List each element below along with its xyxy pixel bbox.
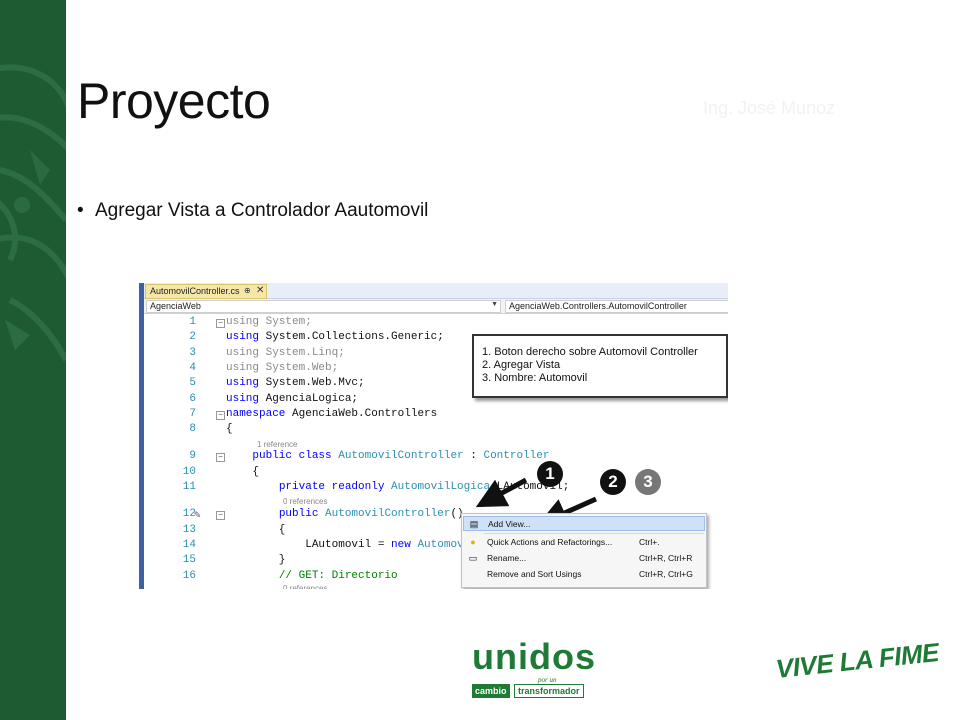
menu-item-rename[interactable]: ▭ Rename... Ctrl+R, Ctrl+R: [463, 551, 705, 566]
menu-shortcut: Ctrl+R, Ctrl+G: [639, 569, 693, 579]
menu-item-quick-actions[interactable]: ● Quick Actions and Refactorings... Ctrl…: [463, 535, 705, 550]
menu-label: Add View...: [488, 519, 531, 529]
unidos-porun: por un: [538, 676, 557, 684]
author-label: Ing. José Munoz: [703, 98, 836, 118]
step-3-badge: 3: [635, 469, 661, 495]
menu-label: Rename...: [487, 553, 527, 563]
menu-item-add-view[interactable]: ▤ Add View...: [463, 516, 705, 531]
menu-shortcut: Ctrl+.: [639, 537, 660, 547]
unidos-logo: unidos por un cambio transformador: [470, 636, 595, 702]
context-menu: ▤ Add View... ● Quick Actions and Refact…: [461, 513, 707, 588]
tiger-watermark-icon: [0, 64, 66, 362]
slide-title: Proyecto: [77, 73, 271, 129]
unidos-transformador: transformador: [514, 684, 584, 698]
arrow-1-icon: [475, 477, 528, 508]
left-decorative-band: [0, 0, 66, 720]
unidos-wordmark: unidos: [472, 636, 596, 677]
unidos-cambio: cambio: [472, 684, 510, 698]
bullet-text: Agregar Vista a Controlador Aautomovil: [95, 200, 429, 221]
lightbulb-icon: ●: [470, 537, 476, 547]
menu-shortcut: Ctrl+R, Ctrl+R: [639, 553, 693, 563]
ide-screenshot: AutomovilController.cs ⊕ ✕ AgenciaWeb ▼ …: [139, 283, 728, 589]
vive-la-fime-logo: VIVE LA FIME: [774, 636, 941, 684]
bullet-dot: •: [77, 200, 84, 221]
rename-icon: ▭: [468, 553, 478, 563]
menu-item-remove-sort-usings[interactable]: Remove and Sort Usings Ctrl+R, Ctrl+G: [463, 567, 705, 582]
step-1-badge: 1: [537, 461, 563, 487]
bullet-item: • Agregar Vista a Controlador Aautomovil: [77, 200, 428, 222]
step-2-badge: 2: [600, 469, 626, 495]
menu-label: Quick Actions and Refactorings...: [487, 537, 613, 547]
add-view-icon: ▤: [469, 519, 479, 529]
menu-separator: [484, 533, 704, 534]
menu-label: Remove and Sort Usings: [487, 569, 582, 579]
